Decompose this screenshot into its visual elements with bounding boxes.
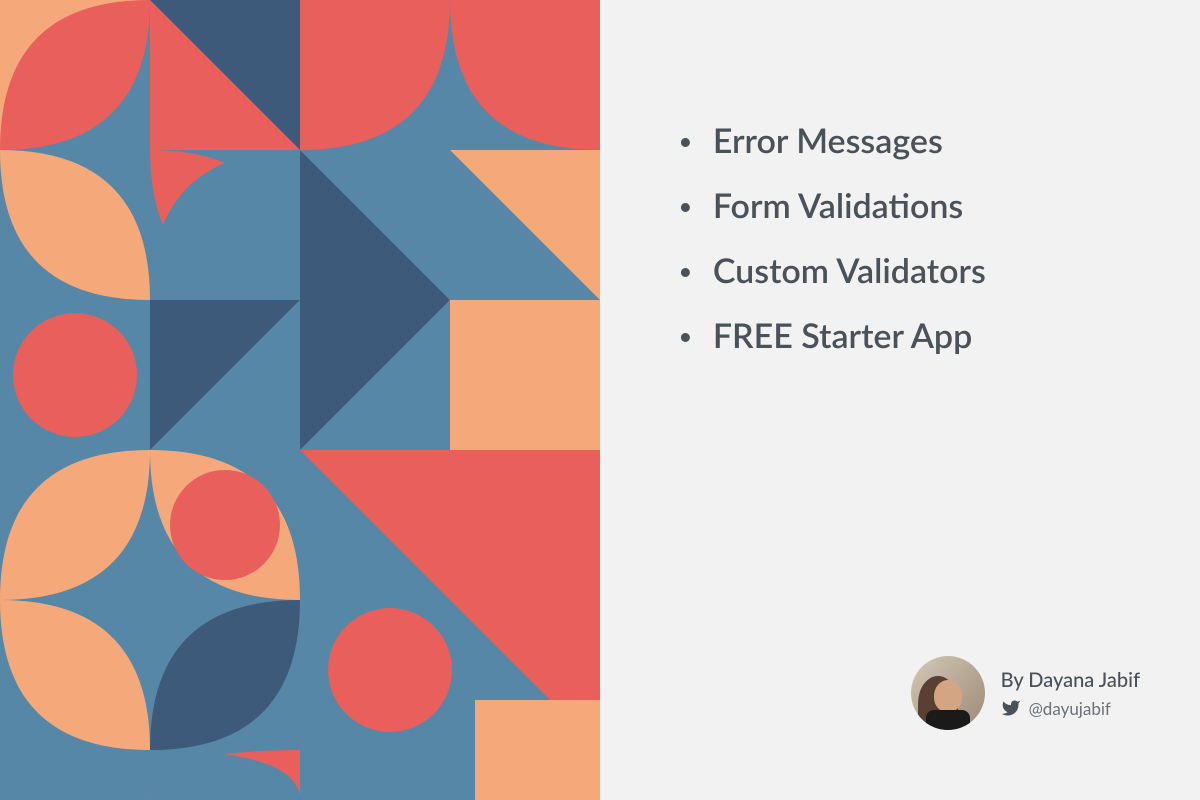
- list-item: Error Messages: [680, 120, 1140, 161]
- avatar: [911, 656, 985, 730]
- list-item: Custom Validators: [680, 250, 1140, 291]
- twitter-icon: [1001, 698, 1021, 718]
- geometric-pattern: [0, 0, 600, 800]
- author-handle: @dayujabif: [1001, 698, 1140, 719]
- pattern-svg: [0, 0, 600, 800]
- author-name: By Dayana Jabif: [1001, 668, 1140, 692]
- author-text: By Dayana Jabif @dayujabif: [1001, 668, 1140, 719]
- list-item: FREE Starter App: [680, 315, 1140, 356]
- bullet-text: Error Messages: [713, 120, 943, 161]
- bullet-text: Custom Validators: [713, 250, 986, 291]
- author-block: By Dayana Jabif @dayujabif: [680, 656, 1140, 730]
- content-panel: Error Messages Form Validations Custom V…: [600, 0, 1200, 800]
- bullet-text: Form Validations: [713, 185, 963, 226]
- feature-list: Error Messages Form Validations Custom V…: [680, 120, 1140, 380]
- bullet-text: FREE Starter App: [713, 315, 973, 356]
- list-item: Form Validations: [680, 185, 1140, 226]
- twitter-handle: @dayujabif: [1029, 698, 1111, 719]
